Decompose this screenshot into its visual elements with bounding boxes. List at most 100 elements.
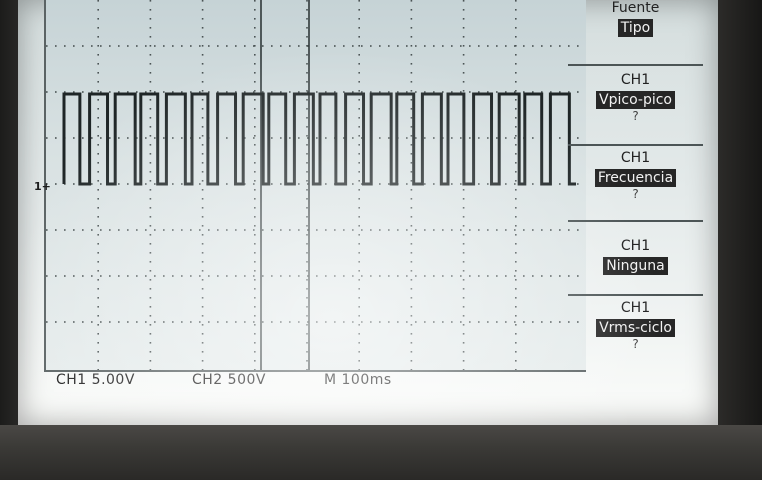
grid-dot <box>306 324 308 326</box>
grid-dot <box>410 0 413 2</box>
grid-dot <box>136 45 138 47</box>
grid-dot <box>514 137 516 139</box>
grid-dot <box>343 321 345 323</box>
grid-dot <box>244 275 246 277</box>
grid-dot <box>97 216 99 218</box>
menu-item-source[interactable]: Fuente Tipo <box>568 0 703 37</box>
grid-dot <box>462 45 465 47</box>
grid-dot <box>149 27 152 29</box>
grid-dot <box>433 275 435 277</box>
grid-dot <box>462 90 465 92</box>
grid-dot <box>505 321 507 323</box>
grid-dot <box>358 153 360 155</box>
grid-dot <box>82 275 84 277</box>
grid-dot <box>358 99 360 101</box>
grid-dot <box>306 234 308 236</box>
grid-dot <box>97 198 99 200</box>
grid-dot <box>410 360 413 362</box>
grid-dot <box>97 72 99 74</box>
menu-item-value: Frecuencia <box>594 169 677 187</box>
grid-dot <box>280 229 282 231</box>
menu-item-vpp[interactable]: CH1 Vpico-pico ? <box>568 72 703 123</box>
grid-dot <box>149 234 152 236</box>
grid-dot <box>149 243 152 245</box>
grid-dot <box>46 229 48 231</box>
grid-dot <box>149 360 152 362</box>
grid-dot <box>358 189 360 191</box>
grid-dot <box>254 234 256 236</box>
grid-dot <box>462 342 465 344</box>
grid-dot <box>410 324 413 326</box>
grid-dot <box>109 229 111 231</box>
grid-dot <box>515 36 517 38</box>
grid-dot <box>358 135 360 137</box>
ch1-scale-readout: CH1 5.00V <box>56 372 135 388</box>
grid-dot <box>306 126 308 128</box>
grid-dot <box>462 351 465 353</box>
grid-dot <box>462 279 465 281</box>
grid-dot <box>149 333 152 335</box>
menu-item-reading: ? <box>632 337 639 351</box>
grid-dot <box>515 252 517 254</box>
grid-dot <box>515 63 517 65</box>
grid-dot <box>379 229 381 231</box>
menu-item-vrms[interactable]: CH1 Vrms-ciclo ? <box>568 300 703 351</box>
grid-dot <box>406 229 408 231</box>
grid-dot <box>73 321 75 323</box>
grid-dot <box>201 297 204 299</box>
grid-dot <box>515 27 517 29</box>
grid-dot <box>254 0 256 2</box>
menu-item-frequency[interactable]: CH1 Frecuencia ? <box>568 150 703 201</box>
grid-dot <box>97 162 99 164</box>
grid-dot <box>254 27 256 29</box>
grid-dot <box>343 45 345 47</box>
grid-dot <box>515 135 517 137</box>
grid-dot <box>226 137 228 139</box>
ch2-scale-readout: CH2 500V <box>192 372 266 388</box>
grid-dot <box>149 90 152 92</box>
grid-dot <box>201 198 204 200</box>
grid-dot <box>127 275 129 277</box>
grid-dot <box>505 229 507 231</box>
grid-dot <box>226 275 228 277</box>
grid-dot <box>97 324 99 326</box>
grid-dot <box>515 243 517 245</box>
grid-dot <box>262 45 264 47</box>
grid-dot <box>271 229 273 231</box>
grid-dot <box>145 137 147 139</box>
grid-dot <box>262 321 264 323</box>
grid-dot <box>515 54 517 56</box>
grid-dot <box>149 324 152 326</box>
grid-dot <box>201 216 204 218</box>
grid-dot <box>541 45 543 47</box>
grid-dot <box>289 45 291 47</box>
grid-dot <box>410 342 413 344</box>
grid-dot <box>100 275 102 277</box>
grid-dot <box>451 321 453 323</box>
grid-dot <box>515 171 517 173</box>
grid-dot <box>451 45 453 47</box>
grid-dot <box>462 297 465 299</box>
grid-dot <box>201 207 204 209</box>
grid-dot <box>55 275 57 277</box>
grid-dot <box>410 198 413 200</box>
grid-dot <box>316 45 318 47</box>
grid-dot <box>201 81 204 83</box>
grid-dot <box>163 321 165 323</box>
grid-dot <box>515 126 517 128</box>
grid-dot <box>201 270 204 272</box>
grid-dot <box>550 321 552 323</box>
grid-dot <box>306 342 308 344</box>
grid-dot <box>406 183 408 185</box>
menu-item-none[interactable]: CH1 Ninguna <box>568 238 703 275</box>
grid-dot <box>442 45 444 47</box>
grid-dot <box>254 198 256 200</box>
grid-dot <box>487 45 489 47</box>
grid-dot <box>532 45 534 47</box>
grid-dot <box>316 321 318 323</box>
grid-dot <box>127 183 129 185</box>
grid-dot <box>406 45 408 47</box>
grid-dot <box>154 321 156 323</box>
grid-dot <box>306 72 308 74</box>
menu-item-title: CH1 <box>620 72 651 88</box>
